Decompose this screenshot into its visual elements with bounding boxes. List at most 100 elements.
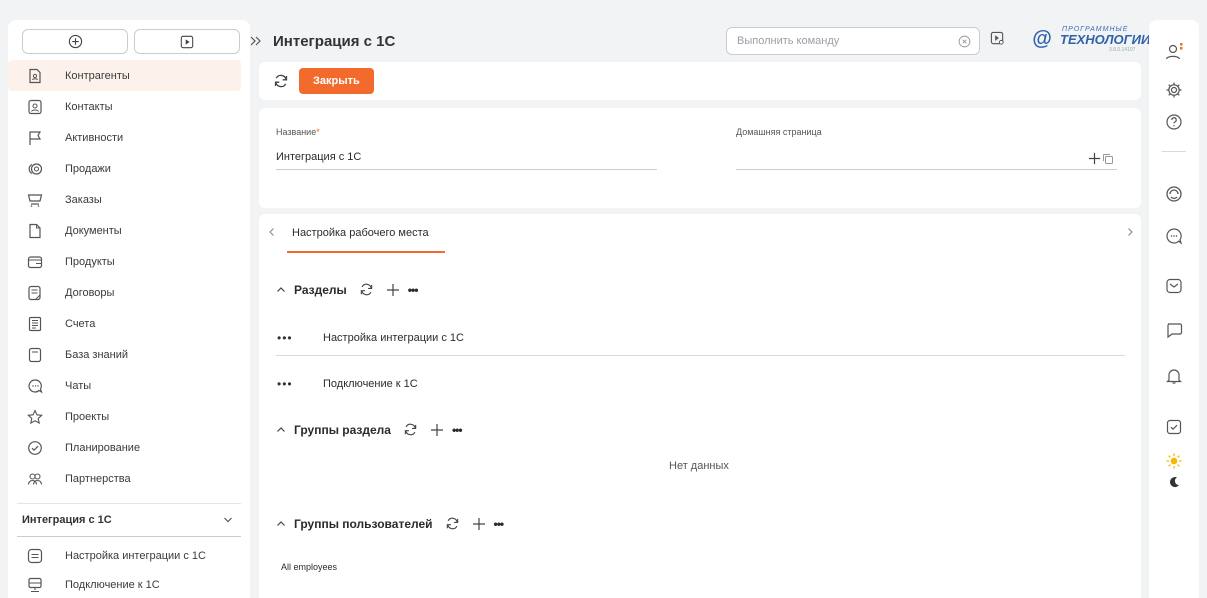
sun-icon[interactable] (1164, 451, 1184, 471)
coins-icon (26, 160, 44, 178)
homepage-field[interactable] (736, 151, 1076, 167)
sidebar-item-dokumenty[interactable]: Документы (8, 215, 250, 246)
sidebar-item-planirovanie[interactable]: Планирование (8, 432, 250, 463)
command-placeholder: Выполнить команду (737, 35, 840, 47)
sidebar-item-partnerstva[interactable]: Партнерства (8, 463, 250, 494)
cart-icon (26, 191, 44, 209)
sidebar-item-produkty[interactable]: Продукты (8, 246, 250, 277)
sidebar-item-kontakty[interactable]: Контакты (8, 91, 250, 122)
sidebar-section-integration[interactable]: Интеграция с 1С (17, 503, 241, 537)
sidebar-item-label: Заказы (65, 193, 102, 206)
sidebar-item-chaty[interactable]: Чаты (8, 370, 250, 401)
document-icon (26, 222, 44, 240)
section-title: Группы пользователей (294, 516, 433, 531)
add-icon[interactable] (472, 517, 486, 531)
refresh-icon[interactable] (403, 422, 418, 437)
sidebar-item-dogovory[interactable]: Договоры (8, 277, 250, 308)
command-input[interactable]: Выполнить команду (726, 27, 980, 55)
sidebar-item-label: Планирование (65, 441, 141, 454)
left-sidebar: Контрагенты Контакты Активности Продажи … (8, 20, 250, 598)
sidebar-subitem-settings[interactable]: Настройка интеграции с 1С (8, 541, 250, 570)
ai-assistant-icon[interactable] (1164, 184, 1184, 204)
tab-scroll-left-icon[interactable] (267, 227, 277, 237)
tab-workplace-settings[interactable]: Настройка рабочего места (292, 227, 429, 239)
refresh-icon[interactable] (273, 73, 289, 89)
refresh-icon[interactable] (359, 282, 374, 297)
server-icon (26, 576, 44, 594)
section-title: Разделы (294, 282, 347, 297)
list-item[interactable]: ••• Настройка интеграции с 1С (276, 320, 1125, 356)
row-menu-icon[interactable]: ••• (276, 377, 323, 391)
help-icon[interactable] (1164, 112, 1184, 132)
sidebar-item-proekty[interactable]: Проекты (8, 401, 250, 432)
active-tab-indicator (287, 251, 445, 253)
page-title: Интеграция с 1С (273, 33, 396, 50)
chat-icon (26, 377, 44, 395)
message-icon[interactable] (1164, 320, 1184, 340)
run-command-icon[interactable] (990, 31, 1005, 46)
add-icon[interactable] (386, 283, 400, 297)
document-person-icon (26, 67, 44, 85)
copy-icon[interactable] (1102, 153, 1114, 165)
sidebar-item-label: Продукты (65, 255, 115, 268)
rail-divider (1162, 151, 1186, 152)
clear-icon[interactable] (958, 35, 971, 48)
play-icon (180, 35, 194, 49)
right-rail (1149, 20, 1199, 598)
add-icon[interactable] (1088, 152, 1101, 165)
homepage-label: Домашняя страница (736, 127, 822, 137)
settings-list-icon (26, 547, 44, 565)
contact-card-icon (26, 98, 44, 116)
sidebar-item-scheta[interactable]: Счета (8, 308, 250, 339)
tab-bar: Настройка рабочего места (259, 214, 1141, 253)
toolbar: Закрыть (259, 62, 1141, 100)
tasks-icon[interactable] (1164, 417, 1184, 437)
section-polzovateli-header: Группы пользователей ••• (276, 516, 505, 531)
name-field[interactable]: Интеграция с 1С (276, 151, 361, 163)
contract-icon (26, 284, 44, 302)
tab-scroll-right-icon[interactable] (1125, 227, 1135, 237)
list-item[interactable]: ••• Подключение к 1С (276, 366, 1125, 402)
add-icon[interactable] (430, 423, 444, 437)
chat-icon[interactable] (1164, 226, 1184, 246)
sidebar-item-baza-znaniy[interactable]: База знаний (8, 339, 250, 370)
moon-icon[interactable] (1164, 472, 1184, 492)
empty-state-text: Нет данных (669, 460, 729, 472)
required-mark: * (316, 127, 320, 137)
mail-icon[interactable] (1164, 276, 1184, 296)
section-razdely-header: Разделы ••• (276, 282, 419, 297)
gear-icon[interactable] (1164, 80, 1184, 100)
name-underline (276, 169, 657, 170)
collapse-sidebar-icon[interactable] (249, 34, 263, 48)
sidebar-item-zakazy[interactable]: Заказы (8, 184, 250, 215)
close-button[interactable]: Закрыть (299, 68, 374, 94)
sidebar-item-label: Чаты (65, 379, 92, 392)
more-icon[interactable]: ••• (452, 423, 463, 437)
sidebar-item-kontragenty[interactable]: Контрагенты (8, 60, 241, 91)
sidebar-item-aktivnosti[interactable]: Активности (8, 122, 250, 153)
chevron-up-icon[interactable] (276, 285, 286, 295)
run-button[interactable] (134, 29, 240, 54)
sidebar-item-prodazhi[interactable]: Продажи (8, 153, 250, 184)
row-menu-icon[interactable]: ••• (276, 331, 323, 345)
add-button[interactable] (22, 29, 128, 54)
chevron-up-icon[interactable] (276, 519, 286, 529)
sidebar-item-label: Счета (65, 317, 96, 330)
more-icon[interactable]: ••• (494, 517, 505, 531)
bell-icon[interactable] (1164, 366, 1184, 386)
more-icon[interactable]: ••• (408, 283, 419, 297)
partners-icon (26, 470, 44, 488)
chevron-up-icon[interactable] (276, 425, 286, 435)
refresh-icon[interactable] (445, 516, 460, 531)
chevron-down-icon (223, 515, 233, 525)
sidebar-item-label: Проекты (65, 410, 110, 423)
homepage-underline (736, 169, 1117, 170)
row-label: Подключение к 1С (323, 378, 418, 390)
sidebar-item-label: Контрагенты (65, 69, 130, 82)
sidebar-subitem-connection[interactable]: Подключение к 1С (8, 570, 250, 598)
name-label: Название* (276, 127, 320, 137)
list-item[interactable]: All employees (281, 562, 337, 572)
record-fields: Название* Интеграция с 1С Домашняя стран… (259, 108, 1141, 208)
user-profile-icon[interactable] (1164, 42, 1184, 62)
star-icon (26, 408, 44, 426)
